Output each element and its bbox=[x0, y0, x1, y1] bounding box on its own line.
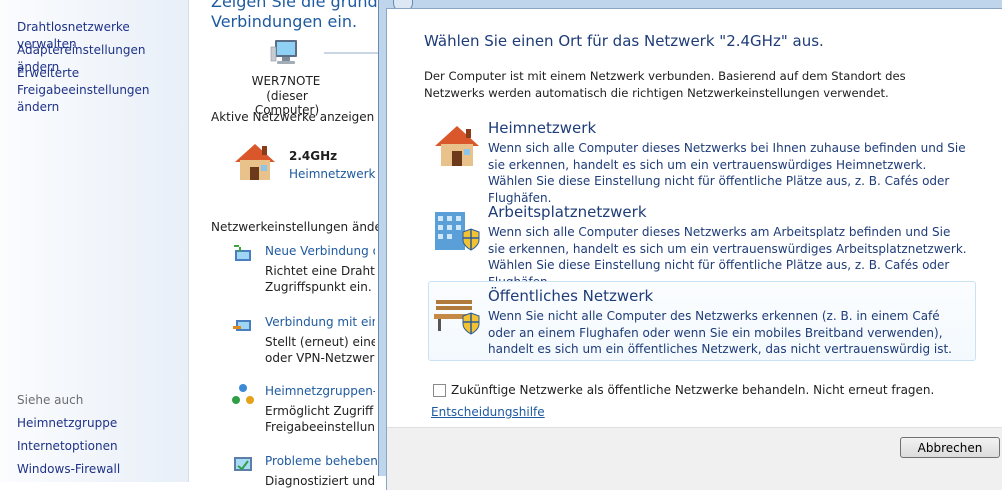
option-public-desc: Wenn Sie nicht alle Computer des Netzwer… bbox=[488, 309, 952, 356]
computer-name: WER7NOTE bbox=[251, 74, 321, 88]
task-troubleshoot-desc: Diagnostiziert und behebt Netzwerkproble… bbox=[265, 474, 375, 488]
left-navigation-pane: Drahtlosnetzwerke verwalten Adaptereinst… bbox=[0, 0, 189, 482]
office-building-icon bbox=[433, 208, 481, 251]
option-home-network[interactable]: Heimnetzwerk Wenn sich alle Computer die… bbox=[428, 113, 976, 205]
task-new-connection-desc2: Zugriffspunkt ein. bbox=[265, 280, 372, 294]
home-network-icon bbox=[231, 140, 279, 187]
park-bench-icon bbox=[433, 292, 481, 335]
sidebar-link-internet-options[interactable]: Internetoptionen bbox=[17, 438, 118, 455]
task-homegroup-desc1: Ermöglicht Zugriff au bbox=[265, 404, 375, 418]
house-icon bbox=[433, 124, 481, 166]
active-networks-label: Aktive Netzwerke anzeigen bbox=[211, 110, 375, 124]
checkbox-label: Zukünftige Netzwerke als öffentliche Net… bbox=[451, 383, 935, 397]
network-name: 2.4GHz bbox=[289, 149, 338, 163]
decision-help-link[interactable]: Entscheidungshilfe bbox=[431, 405, 545, 419]
task-connect-link[interactable]: Verbindung mit einer bbox=[265, 315, 375, 329]
connection-line bbox=[324, 52, 379, 54]
dialog-intro: Der Computer ist mit einem Netzwerk verb… bbox=[424, 69, 906, 100]
option-work-title: Arbeitsplatznetzwerk bbox=[488, 203, 647, 221]
treat-future-networks-public-checkbox[interactable] bbox=[433, 384, 446, 397]
network-settings-label: Netzwerkeinstellungen ändern bbox=[211, 220, 395, 234]
new-connection-icon bbox=[231, 243, 255, 270]
sidebar-link-advanced-sharing[interactable]: Erweiterte Freigabeeinstellungen ändern bbox=[17, 65, 182, 116]
task-new-connection-link[interactable]: Neue Verbindung ode bbox=[265, 244, 375, 258]
dialog-footer: Abbrechen bbox=[387, 427, 1002, 490]
task-homegroup-desc2: Freigabeeinstellunger bbox=[265, 420, 375, 434]
troubleshoot-icon bbox=[231, 453, 255, 480]
cancel-button[interactable]: Abbrechen bbox=[900, 437, 1000, 458]
connect-network-icon bbox=[231, 314, 255, 341]
sidebar-link-windows-firewall[interactable]: Windows-Firewall bbox=[17, 461, 120, 478]
task-new-connection-desc1: Richtet eine Drahtlos- bbox=[265, 264, 375, 278]
sidebar-link-homegroup[interactable]: Heimnetzgruppe bbox=[17, 415, 117, 432]
see-also-heading: Siehe auch bbox=[17, 393, 84, 407]
option-home-title: Heimnetzwerk bbox=[488, 119, 597, 137]
task-homegroup-link[interactable]: Heimnetzgruppen- u bbox=[265, 384, 375, 398]
set-network-location-dialog: Wählen Sie einen Ort für das Netzwerk "2… bbox=[378, 0, 1002, 490]
network-type-link[interactable]: Heimnetzwerk bbox=[289, 167, 376, 181]
option-public-network[interactable]: Öffentliches Netzwerk Wenn Sie nicht all… bbox=[428, 281, 976, 361]
option-public-title: Öffentliches Netzwerk bbox=[488, 287, 654, 305]
dialog-heading: Wählen Sie einen Ort für das Netzwerk "2… bbox=[424, 32, 824, 50]
task-troubleshoot-link[interactable]: Probleme beheben bbox=[265, 454, 378, 468]
dialog-client-area: Wählen Sie einen Ort für das Netzwerk "2… bbox=[386, 8, 1002, 490]
homegroup-icon bbox=[231, 383, 255, 410]
page-title-line2: Verbindungen ein. bbox=[211, 12, 358, 31]
task-connect-desc2: oder VPN-Netzwerk h bbox=[265, 351, 375, 365]
option-work-network[interactable]: Arbeitsplatznetzwerk Wenn sich alle Comp… bbox=[428, 197, 976, 289]
task-connect-desc1: Stellt (erneut) eine Ve bbox=[265, 335, 375, 349]
computer-icon bbox=[269, 38, 303, 71]
